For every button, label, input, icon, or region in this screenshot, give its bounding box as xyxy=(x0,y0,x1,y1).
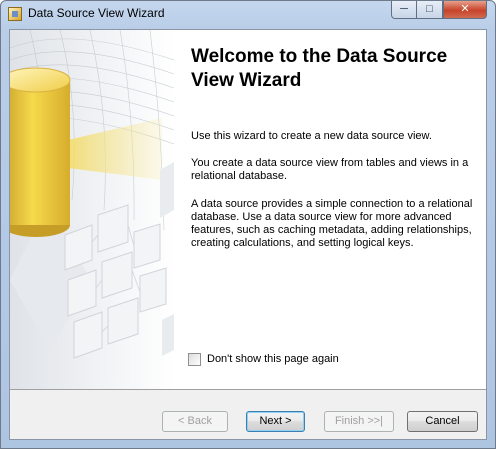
finish-button[interactable]: Finish >>| xyxy=(324,411,394,432)
back-button[interactable]: < Back xyxy=(162,411,228,432)
footer-separator xyxy=(10,389,486,390)
title-bar[interactable]: Data Source View Wizard ─ □ ✕ xyxy=(1,1,495,27)
wizard-window: Data Source View Wizard ─ □ ✕ Welcome to… xyxy=(0,0,496,449)
wizard-app-icon[interactable] xyxy=(8,7,22,21)
description-paragraph: You create a data source view from table… xyxy=(191,157,469,182)
next-button[interactable]: Next > xyxy=(246,411,305,432)
window-title: Data Source View Wizard xyxy=(28,6,165,20)
maximize-button[interactable]: □ xyxy=(417,1,443,19)
database-wireframe-illustration xyxy=(10,30,174,389)
minimize-button[interactable]: ─ xyxy=(391,1,417,19)
details-paragraph: A data source provides a simple connecti… xyxy=(191,198,473,249)
wizard-banner-graphic xyxy=(10,30,174,389)
wizard-content-panel: Welcome to the Data Source View Wizard U… xyxy=(10,30,486,389)
intro-paragraph: Use this wizard to create a new data sou… xyxy=(191,130,432,142)
close-button[interactable]: ✕ xyxy=(443,1,487,19)
dont-show-again-label[interactable]: Don't show this page again xyxy=(207,353,339,365)
cancel-button[interactable]: Cancel xyxy=(407,411,478,432)
dont-show-again-checkbox[interactable] xyxy=(188,353,201,366)
dialog-client-area: Welcome to the Data Source View Wizard U… xyxy=(9,29,487,440)
page-title: Welcome to the Data Source View Wizard xyxy=(191,46,448,91)
